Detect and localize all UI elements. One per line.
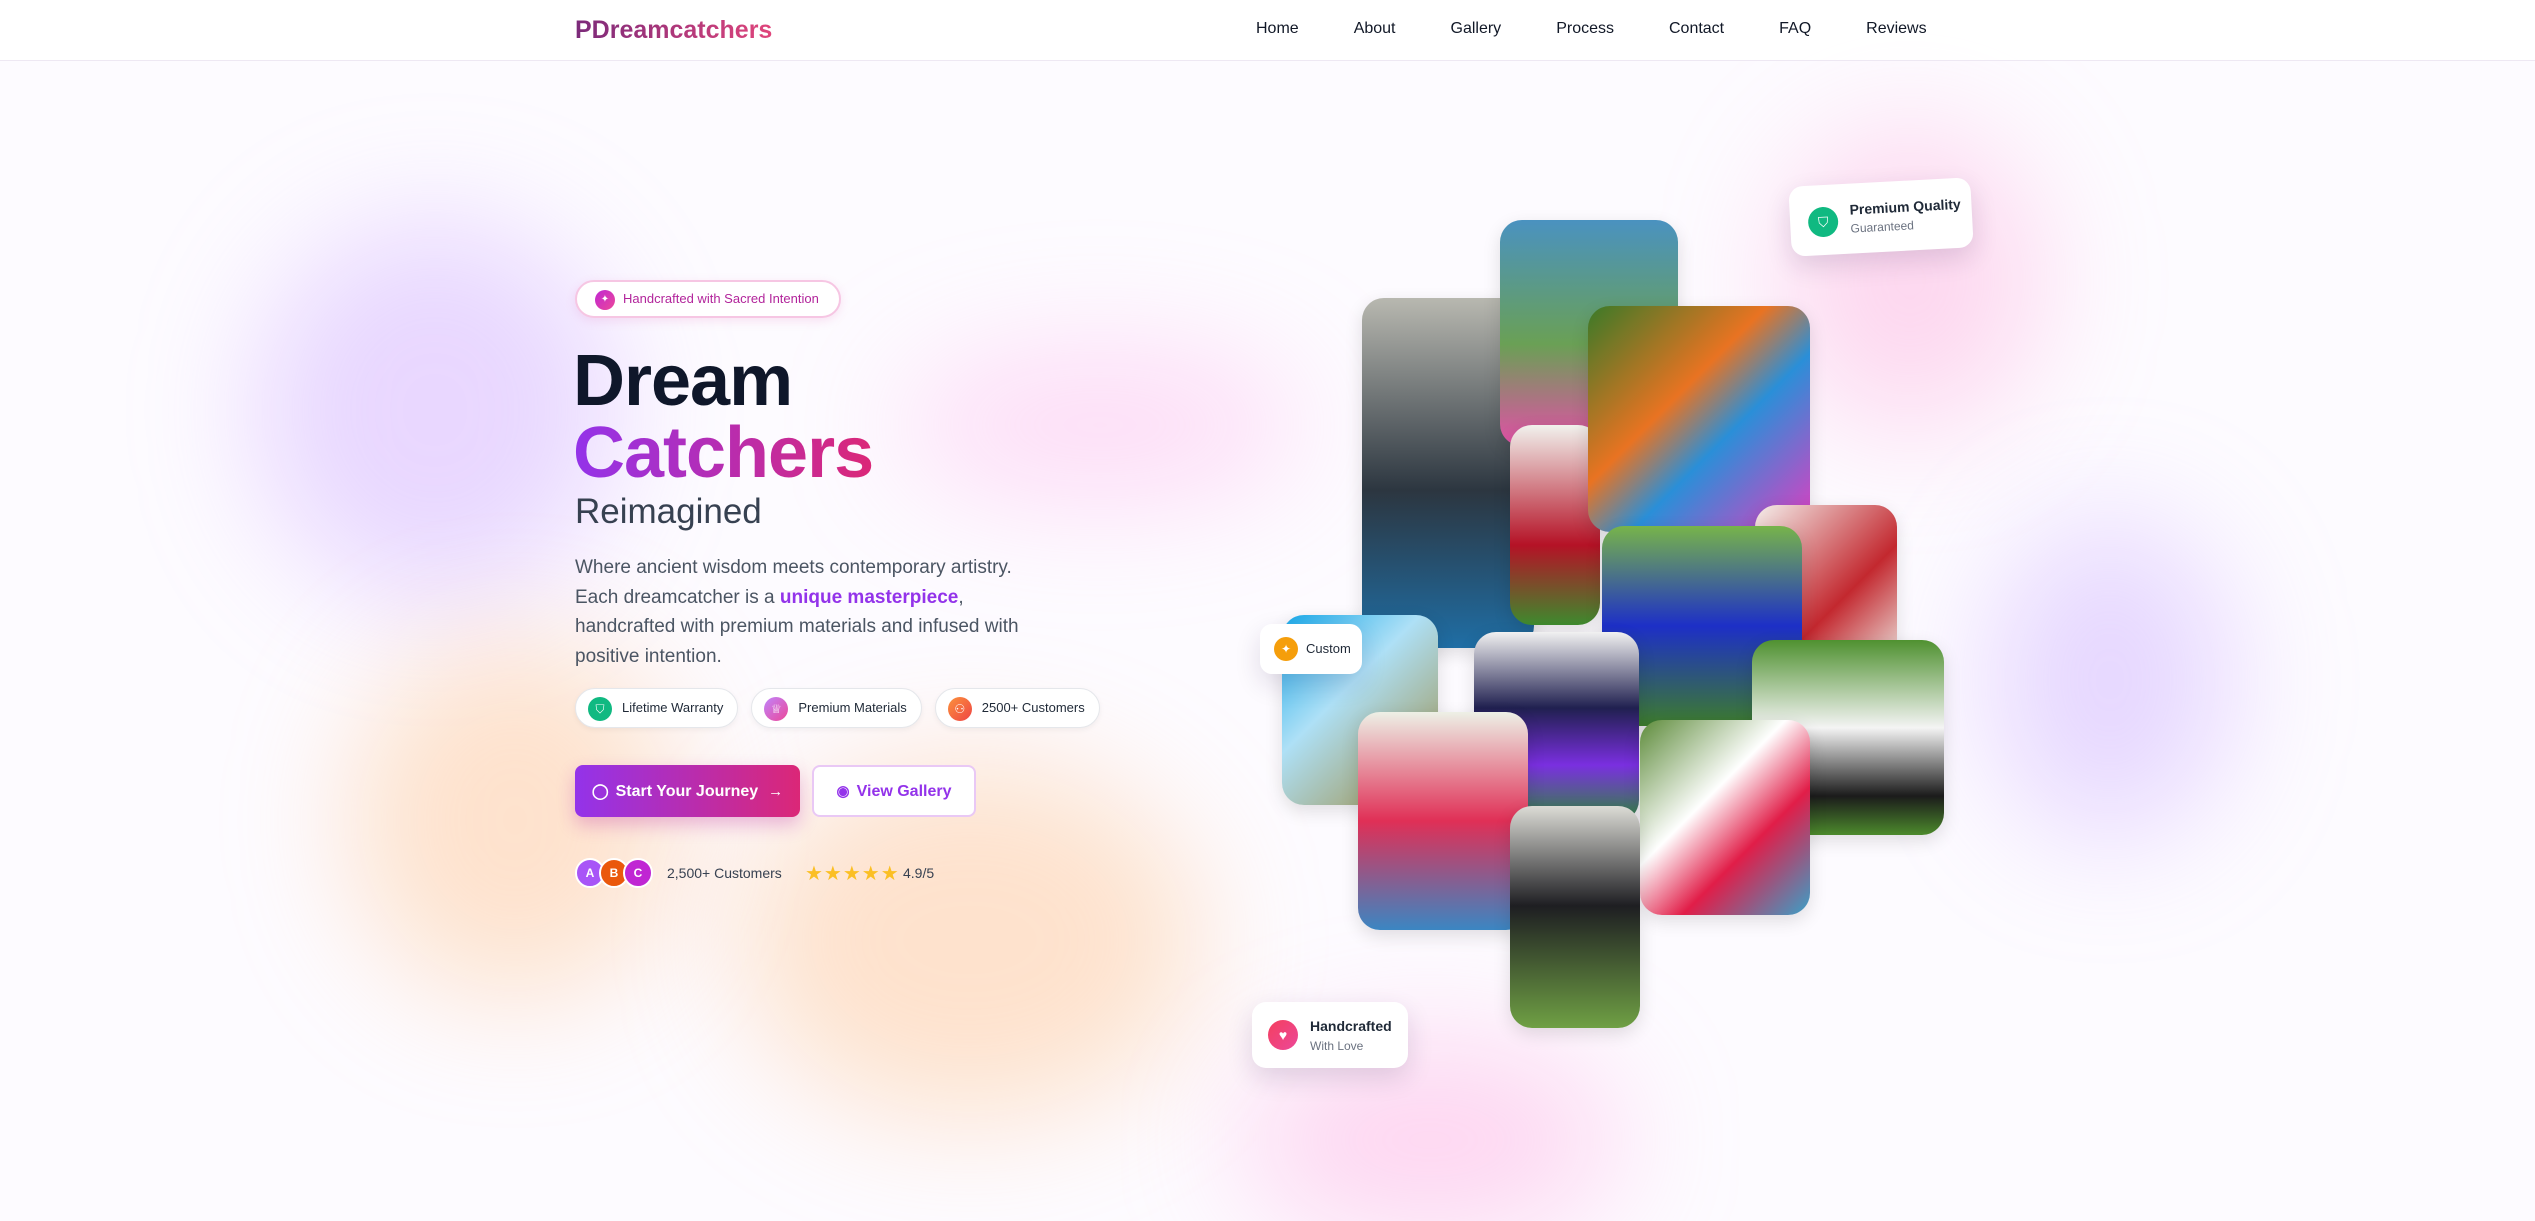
nav-link-faq[interactable]: FAQ <box>1779 20 1811 38</box>
sparkle-icon: ✦ <box>595 290 615 310</box>
custom-label: Custom <box>1306 641 1351 656</box>
gallery-image <box>1510 425 1600 625</box>
star-rating-icon: ★★★★★ <box>805 863 900 885</box>
nav-link-home[interactable]: Home <box>1256 20 1299 38</box>
heart-icon: ♥ <box>1268 1020 1298 1050</box>
feature-pills: ⛉ Lifetime Warranty ♕ Premium Materials … <box>575 688 1113 728</box>
nav-link-about[interactable]: About <box>1354 20 1396 38</box>
handcrafted-title: Handcrafted <box>1310 1018 1392 1034</box>
premium-quality-title: Premium Quality <box>1849 195 1962 218</box>
gallery-image <box>1358 712 1528 930</box>
pill-premium-materials: ♕ Premium Materials <box>751 688 922 728</box>
custom-card: ✦ Custom <box>1260 624 1362 674</box>
view-gallery-label: View Gallery <box>856 782 952 800</box>
view-gallery-button[interactable]: ◉ View Gallery <box>812 765 976 817</box>
hero-badge: ✦ Handcrafted with Sacred Intention <box>575 280 841 318</box>
arrow-right-icon: → <box>768 782 784 800</box>
pill-label: Premium Materials <box>798 700 907 715</box>
nav-links: Home About Gallery Process Contact FAQ R… <box>1256 20 1982 38</box>
hero-title-line-1: Dream <box>573 341 793 421</box>
customer-count: 2,500+ Customers <box>667 865 782 881</box>
start-journey-label: Start Your Journey <box>615 782 759 800</box>
rating-value: 4.9/5 <box>903 865 935 881</box>
pill-label: 2500+ Customers <box>981 700 1085 715</box>
nav-link-gallery[interactable]: Gallery <box>1451 20 1502 38</box>
hero-title-line-2: Catchers <box>573 413 874 493</box>
award-icon: ♕ <box>764 697 789 721</box>
chat-bubble-icon: ◯ <box>591 782 609 800</box>
premium-quality-subtitle: Guaranteed <box>1850 218 1915 236</box>
pill-lifetime-warranty: ⛉ Lifetime Warranty <box>575 688 739 728</box>
gallery-image <box>1640 720 1810 915</box>
hero-subtitle: Reimagined <box>575 492 762 531</box>
shield-icon: ⛉ <box>1807 206 1839 238</box>
pill-customers: ⚇ 2500+ Customers <box>934 688 1100 728</box>
avatar: C <box>623 858 653 888</box>
shield-icon: ⛉ <box>588 697 612 721</box>
hero-description-highlight: unique masterpiece <box>779 586 959 608</box>
premium-quality-card: ⛉ Premium Quality Guaranteed <box>1788 177 1974 257</box>
top-navigation: PDreamcatchers Home About Gallery Proces… <box>0 0 2535 61</box>
sparkle-icon: ✦ <box>1274 637 1298 661</box>
nav-link-process[interactable]: Process <box>1556 20 1614 38</box>
brand-logo[interactable]: PDreamcatchers <box>575 16 772 45</box>
handcrafted-card: ♥ Handcrafted With Love <box>1252 1002 1408 1068</box>
nav-link-contact[interactable]: Contact <box>1669 20 1724 38</box>
eye-icon: ◉ <box>836 782 850 800</box>
nav-link-reviews[interactable]: Reviews <box>1866 20 1926 38</box>
gallery-image <box>1588 306 1810 532</box>
hero-description: Where ancient wisdom meets contemporary … <box>575 553 1035 671</box>
start-journey-button[interactable]: ◯ Start Your Journey → <box>575 765 800 817</box>
hero-badge-label: Handcrafted with Sacred Intention <box>623 291 819 306</box>
users-icon: ⚇ <box>947 697 972 721</box>
gallery-image <box>1510 806 1640 1028</box>
pill-label: Lifetime Warranty <box>622 700 724 715</box>
handcrafted-subtitle: With Love <box>1310 1039 1364 1053</box>
